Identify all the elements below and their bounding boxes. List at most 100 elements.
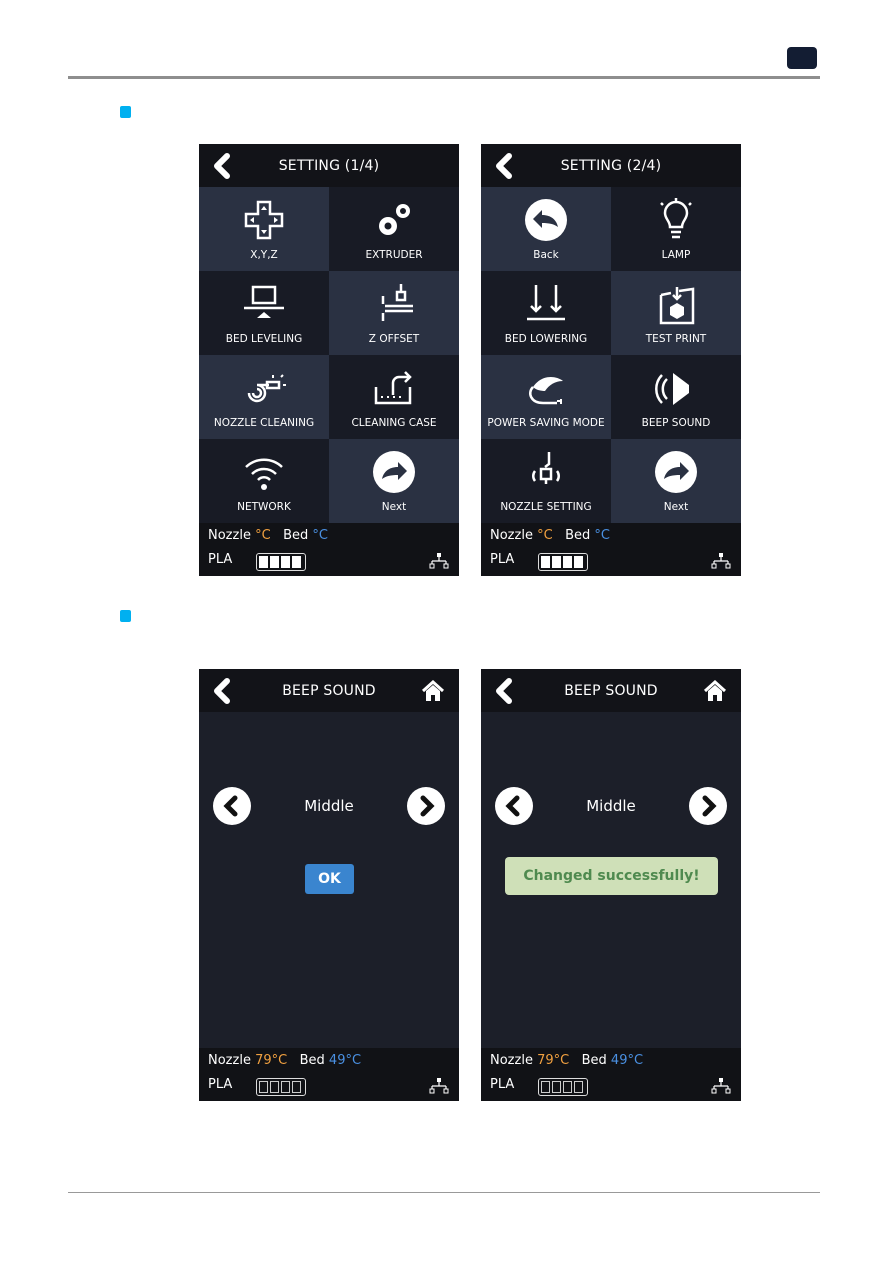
bed-label: Bed [299,1053,325,1068]
tile-nozzle-cleaning[interactable]: NOZZLE CLEANING [199,355,329,439]
screen-title: SETTING (2/4) [560,157,662,174]
bed-label: Bed [581,1053,607,1068]
tile-next[interactable]: Next [611,439,741,523]
section-bullet [120,610,131,622]
nozzle-label: Nozzle [490,1053,533,1068]
screen-header: SETTING (1/4) [199,144,459,187]
status-bar: Nozzle 79°C Bed 49°C PLA [481,1048,741,1101]
tile-label: Z OFFSET [368,333,420,345]
home-icon[interactable] [703,680,727,702]
nozzle-temp: °C [255,528,271,543]
tile-power-saving-mode[interactable]: POWER SAVING MODE [481,355,611,439]
chevron-right-icon [702,795,717,817]
back-chevron-icon[interactable] [493,678,515,704]
material-label: PLA [490,1077,515,1092]
beep-sound-screen-1: BEEP SOUND Middle OK Nozzle 79°C Bed 49°… [199,669,459,1101]
speaker-icon [655,373,689,405]
bed-label: Bed [565,528,591,543]
tile-extruder[interactable]: EXTRUDER [329,187,459,271]
back-chevron-icon[interactable] [211,153,233,179]
tile-label: BED LOWERING [504,333,588,345]
tile-label: NOZZLE SETTING [500,501,592,513]
tile-label: Next [381,501,407,513]
tile-x-y-z[interactable]: X,Y,Z [199,187,329,271]
header-divider [68,76,820,79]
material-label: PLA [208,1077,233,1092]
back-arrow-icon [525,199,567,241]
tile-beep-sound[interactable]: BEEP SOUND [611,355,741,439]
tile-nozzle-setting[interactable]: NOZZLE SETTING [481,439,611,523]
next-arrow-icon [373,451,415,493]
tile-label: EXTRUDER [365,249,423,261]
lamp-icon [660,198,692,239]
setting-screen-1: SETTING (1/4) X,Y,Z EXTRUDER BED LEVELING Z … [199,144,459,576]
screen-header: BEEP SOUND [481,669,741,712]
tile-label: TEST PRINT [645,333,707,345]
tile-label: Next [663,501,689,513]
nozzle-setting-icon [532,452,560,484]
wifi-icon [245,458,283,490]
back-chevron-icon[interactable] [211,678,233,704]
nozzle-label: Nozzle [490,528,533,543]
tile-next[interactable]: Next [329,439,459,523]
bed-temp: °C [312,528,328,543]
screen-header: SETTING (2/4) [481,144,741,187]
cleaning-case-icon [374,371,412,405]
next-arrow-icon [655,451,697,493]
tile-label: POWER SAVING MODE [487,417,605,429]
tile-back[interactable]: Back [481,187,611,271]
tile-label: NETWORK [237,501,291,513]
tile-label: X,Y,Z [250,249,278,261]
screen-title: BEEP SOUND [282,682,376,699]
footer-divider [68,1192,820,1193]
nozzle-cleaning-icon [247,374,286,403]
material-label: PLA [490,552,515,567]
tile-z-offset[interactable]: Z OFFSET [329,271,459,355]
power-saving-icon [529,377,563,405]
nozzle-temp: 79°C [537,1053,570,1068]
bed-temp: 49°C [610,1053,644,1068]
status-bar: Nozzle °C Bed °C PLA [199,523,459,576]
filament-level-indicator [538,1078,588,1096]
screen-title: BEEP SOUND [564,682,658,699]
tile-label: BEEP SOUND [641,417,711,429]
tile-bed-lowering[interactable]: BED LOWERING [481,271,611,355]
tile-cleaning-case[interactable]: CLEANING CASE [329,355,459,439]
bed-temp: °C [594,528,610,543]
z-offset-icon [381,284,413,321]
nozzle-temp: 79°C [255,1053,288,1068]
home-icon[interactable] [421,680,445,702]
nozzle-temp: °C [537,528,553,543]
material-label: PLA [208,552,233,567]
nozzle-label: Nozzle [208,528,251,543]
ok-button[interactable]: OK [305,864,354,894]
test-print-icon [659,287,695,325]
status-bar: Nozzle °C Bed °C PLA [481,523,741,576]
setting-screen-2: SETTING (2/4) Back LAMP BED LOWERING TEST PR… [481,144,741,576]
tile-bed-leveling[interactable]: BED LEVELING [199,271,329,355]
tile-lamp[interactable]: LAMP [611,187,741,271]
status-bar: Nozzle 79°C Bed 49°C PLA [199,1048,459,1101]
success-toast: Changed successfully! [505,857,718,895]
tile-label: BED LEVELING [225,333,303,345]
tile-network[interactable]: NETWORK [199,439,329,523]
section-bullet [120,106,131,118]
network-icon [711,1078,731,1094]
nozzle-label: Nozzle [208,1053,251,1068]
next-option-button[interactable] [689,787,727,825]
screen-header: BEEP SOUND [199,669,459,712]
chevron-right-icon [420,795,435,817]
bed-lowering-icon [527,285,565,321]
tile-label: NOZZLE CLEANING [213,417,315,429]
gears-icon [379,204,410,235]
back-chevron-icon[interactable] [493,153,515,179]
tile-label: CLEANING CASE [351,417,437,429]
screen-title: SETTING (1/4) [278,157,380,174]
network-icon [429,553,449,569]
next-option-button[interactable] [407,787,445,825]
bed-label: Bed [283,528,309,543]
filament-level-indicator [256,553,306,571]
tile-test-print[interactable]: TEST PRINT [611,271,741,355]
bed-leveling-icon [244,285,284,318]
beep-sound-screen-2: BEEP SOUND Middle Changed successfully! … [481,669,741,1101]
